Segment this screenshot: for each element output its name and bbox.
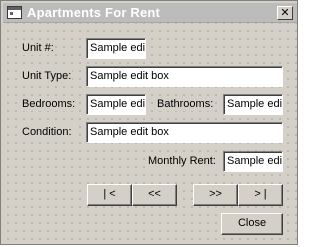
bathrooms-label: Bathrooms: <box>156 98 215 111</box>
last-record-button[interactable]: > | <box>238 184 283 206</box>
window-title: Apartments For Rent <box>27 5 161 20</box>
apartments-dialog: Apartments For Rent ✕ Unit #: Sample edi… <box>0 0 298 245</box>
bedrooms-field[interactable]: Sample edi <box>86 94 146 115</box>
unit-type-label: Unit Type: <box>21 70 73 83</box>
unit-number-label: Unit #: <box>21 42 55 55</box>
close-icon[interactable]: ✕ <box>277 6 293 20</box>
bedrooms-label: Bedrooms: <box>21 98 77 111</box>
title-bar[interactable]: Apartments For Rent ✕ <box>3 3 297 23</box>
previous-record-button[interactable]: << <box>132 184 177 206</box>
first-record-button[interactable]: | < <box>87 184 132 206</box>
next-record-button[interactable]: >> <box>193 184 238 206</box>
monthly-rent-label: Monthly Rent: <box>147 155 217 168</box>
monthly-rent-field[interactable]: Sample edi <box>223 151 283 172</box>
bathrooms-field[interactable]: Sample edi <box>223 94 283 115</box>
window-icon <box>7 6 22 19</box>
condition-label: Condition: <box>21 126 73 139</box>
unit-number-field[interactable]: Sample edi <box>86 38 146 59</box>
unit-type-field[interactable]: Sample edit box <box>86 66 283 87</box>
condition-field[interactable]: Sample edit box <box>86 122 283 143</box>
close-button[interactable]: Close <box>221 213 283 235</box>
